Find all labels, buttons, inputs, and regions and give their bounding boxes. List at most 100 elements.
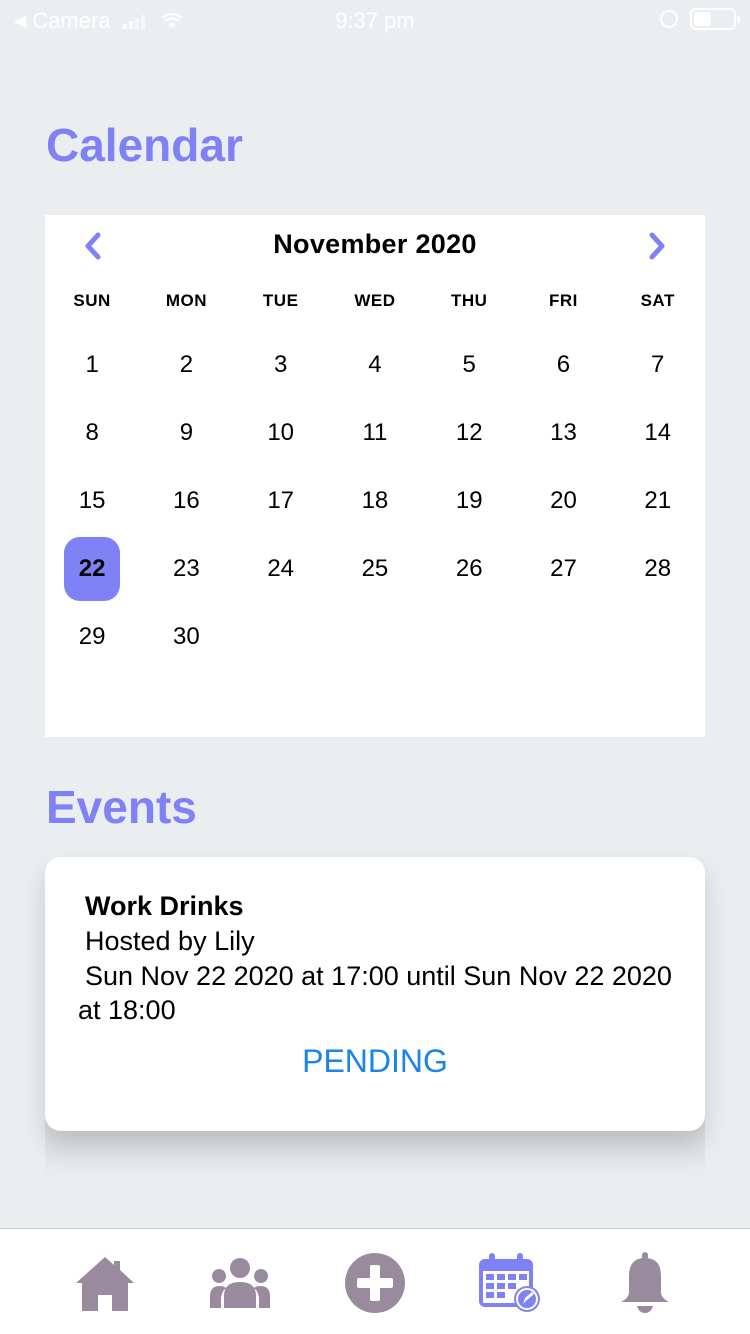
events-heading: Events [46, 781, 197, 833]
calendar-day-number: 26 [455, 555, 483, 582]
calendar-day-number: 14 [644, 419, 672, 446]
calendar-day[interactable]: 14 [611, 401, 705, 465]
calendar-day[interactable]: 2 [139, 333, 233, 397]
calendar-heading: Calendar [46, 119, 243, 171]
calendar-day[interactable]: 20 [516, 469, 610, 533]
calendar-day-number: 19 [455, 487, 483, 514]
calendar-day-number: 17 [267, 487, 295, 514]
calendar-day-number: 7 [651, 351, 665, 378]
add-circle-icon [345, 1253, 405, 1313]
calendar-day[interactable]: 17 [234, 469, 328, 533]
calendar-day-number: 10 [267, 419, 295, 446]
tab-add[interactable] [343, 1251, 407, 1315]
calendar-day[interactable]: 7 [611, 333, 705, 397]
weekday-label: SAT [640, 291, 675, 310]
event-card[interactable]: Work Drinks Hosted by Lily Sun Nov 22 20… [45, 857, 705, 1131]
event-status-button[interactable]: PENDING [45, 1043, 705, 1080]
event-name: Work Drinks [85, 891, 244, 921]
calendar-day[interactable]: 16 [139, 469, 233, 533]
calendar-day[interactable]: 28 [611, 537, 705, 601]
calendar-day[interactable]: 6 [516, 333, 610, 397]
weekday-label: THU [450, 291, 488, 310]
calendar-day[interactable]: 19 [422, 469, 516, 533]
rotation-lock-icon [660, 10, 678, 28]
calendar-day-number: 5 [462, 351, 476, 378]
calendar-day[interactable]: 13 [516, 401, 610, 465]
calendar-week-row: 15 16 17 18 19 20 21 [45, 467, 705, 535]
calendar-week-row: 8 9 10 11 12 13 14 [45, 399, 705, 467]
calendar-day[interactable]: 12 [422, 401, 516, 465]
calendar-week-row: 1 2 3 4 5 6 7 [45, 331, 705, 399]
home-icon [76, 1257, 134, 1311]
calendar-day-number: 6 [556, 351, 571, 378]
calendar-day[interactable]: 8 [45, 401, 139, 465]
calendar-day-number: 28 [644, 555, 672, 582]
calendar-day-number: 13 [550, 419, 577, 446]
tab-notifications[interactable] [613, 1251, 677, 1315]
weekday-label: MON [165, 291, 207, 310]
weekday-label: SUN [73, 291, 111, 310]
status-time: 9:37 pm [335, 8, 415, 33]
calendar-day[interactable]: 29 [45, 605, 139, 669]
calendar-day[interactable]: 4 [328, 333, 422, 397]
calendar-day-number: 9 [179, 419, 194, 446]
calendar-day [422, 605, 516, 669]
calendar-day-number: 30 [173, 623, 200, 650]
tab-friends[interactable] [208, 1251, 272, 1315]
calendar-day[interactable]: 30 [139, 605, 233, 669]
calendar-day-number: 25 [361, 555, 389, 582]
calendar-grid: 1 2 3 4 5 6 7 8 9 10 11 12 13 14 15 16 17 18 19 20 21 22 23 24 2… [45, 331, 705, 671]
calendar-day [611, 605, 705, 669]
calendar-day-number: 12 [455, 419, 483, 446]
calendar-day[interactable]: 18 [328, 469, 422, 533]
calendar-day-selected[interactable]: 22 [45, 537, 139, 601]
calendar-day-number: 4 [368, 351, 382, 378]
calendar-day[interactable]: 23 [139, 537, 233, 601]
calendar-day[interactable]: 3 [234, 333, 328, 397]
chevron-right-icon [649, 232, 665, 260]
tab-bar [0, 1228, 750, 1334]
status-bar: ◀ Camera 9:37 pm [0, 0, 750, 40]
calendar-day-number: 8 [85, 419, 99, 446]
calendar-day [328, 605, 422, 669]
calendar-week-row: 22 23 24 25 26 27 28 [45, 535, 705, 603]
event-host: Hosted by Lily [85, 926, 255, 956]
calendar-day[interactable]: 25 [328, 537, 422, 601]
calendar-day[interactable]: 26 [422, 537, 516, 601]
calendar-widget: November 2020 SUN MON TUE WED THU FRI SA… [45, 215, 705, 737]
calendar-day[interactable]: 10 [234, 401, 328, 465]
calendar-day[interactable]: 15 [45, 469, 139, 533]
calendar-day[interactable]: 27 [516, 537, 610, 601]
calendar-day-number: 27 [550, 555, 577, 582]
tab-home[interactable] [73, 1251, 137, 1315]
event-time: Sun Nov 22 2020 at 17:00 until Sun Nov 2… [78, 961, 672, 1025]
calendar-day[interactable]: 21 [611, 469, 705, 533]
calendar-day-number: 3 [273, 351, 288, 378]
weekday-header-row: SUN MON TUE WED THU FRI SAT [45, 291, 705, 311]
calendar-day[interactable]: 9 [139, 401, 233, 465]
calendar-day[interactable]: 11 [328, 401, 422, 465]
battery-level [694, 12, 711, 26]
calendar-day-number: 2 [179, 351, 194, 378]
calendar-day-number: 18 [361, 487, 389, 514]
weekday-label: FRI [549, 291, 578, 310]
tab-calendar[interactable] [477, 1251, 541, 1315]
calendar-week-row: 29 30 [45, 603, 705, 671]
calendar-day[interactable]: 24 [234, 537, 328, 601]
calendar-day-number: 11 [362, 419, 388, 446]
status-right [660, 8, 740, 30]
calendar-day[interactable]: 5 [422, 333, 516, 397]
weekday-label: WED [354, 291, 396, 310]
friends-icon [210, 1258, 270, 1308]
calendar-header: November 2020 [45, 215, 705, 275]
calendar-day [234, 605, 328, 669]
calendar-day-number: 16 [173, 487, 200, 514]
calendar-day-number: 22 [78, 555, 106, 582]
calendar-day-number: 21 [644, 487, 672, 514]
calendar-day-number: 15 [78, 487, 106, 514]
calendar-day[interactable]: 1 [45, 333, 139, 397]
next-month-button[interactable] [642, 231, 672, 261]
calendar-day-number: 29 [78, 623, 106, 650]
calendar-day-number: 24 [267, 555, 295, 582]
calendar-icon [479, 1253, 540, 1312]
